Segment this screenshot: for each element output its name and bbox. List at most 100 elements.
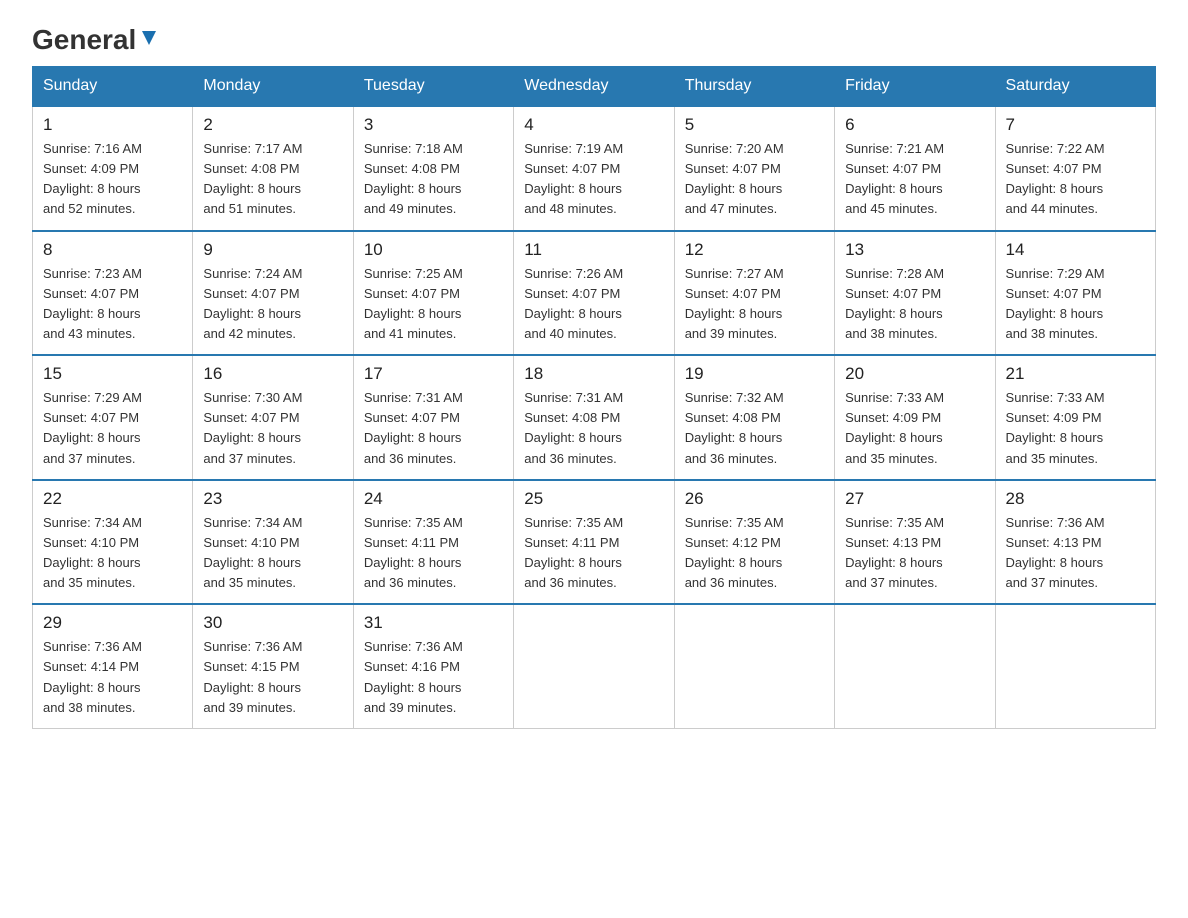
day-number: 9 bbox=[203, 240, 342, 260]
calendar-day-cell: 3 Sunrise: 7:18 AMSunset: 4:08 PMDayligh… bbox=[353, 106, 513, 231]
day-number: 30 bbox=[203, 613, 342, 633]
calendar-day-cell: 22 Sunrise: 7:34 AMSunset: 4:10 PMDaylig… bbox=[33, 480, 193, 605]
day-number: 17 bbox=[364, 364, 503, 384]
calendar-day-cell: 11 Sunrise: 7:26 AMSunset: 4:07 PMDaylig… bbox=[514, 231, 674, 356]
calendar-day-cell: 23 Sunrise: 7:34 AMSunset: 4:10 PMDaylig… bbox=[193, 480, 353, 605]
calendar-day-cell: 4 Sunrise: 7:19 AMSunset: 4:07 PMDayligh… bbox=[514, 106, 674, 231]
day-info: Sunrise: 7:28 AMSunset: 4:07 PMDaylight:… bbox=[845, 266, 944, 341]
day-info: Sunrise: 7:29 AMSunset: 4:07 PMDaylight:… bbox=[1006, 266, 1105, 341]
day-number: 1 bbox=[43, 115, 182, 135]
calendar-day-cell: 9 Sunrise: 7:24 AMSunset: 4:07 PMDayligh… bbox=[193, 231, 353, 356]
day-number: 27 bbox=[845, 489, 984, 509]
calendar-week-row: 8 Sunrise: 7:23 AMSunset: 4:07 PMDayligh… bbox=[33, 231, 1156, 356]
day-info: Sunrise: 7:35 AMSunset: 4:11 PMDaylight:… bbox=[364, 515, 463, 590]
day-number: 29 bbox=[43, 613, 182, 633]
calendar-day-cell: 13 Sunrise: 7:28 AMSunset: 4:07 PMDaylig… bbox=[835, 231, 995, 356]
calendar-day-cell: 20 Sunrise: 7:33 AMSunset: 4:09 PMDaylig… bbox=[835, 355, 995, 480]
calendar-week-row: 29 Sunrise: 7:36 AMSunset: 4:14 PMDaylig… bbox=[33, 604, 1156, 728]
day-number: 28 bbox=[1006, 489, 1145, 509]
weekday-header-row: SundayMondayTuesdayWednesdayThursdayFrid… bbox=[33, 67, 1156, 107]
day-number: 16 bbox=[203, 364, 342, 384]
logo: General bbox=[32, 24, 160, 50]
day-info: Sunrise: 7:32 AMSunset: 4:08 PMDaylight:… bbox=[685, 390, 784, 465]
calendar-day-cell: 25 Sunrise: 7:35 AMSunset: 4:11 PMDaylig… bbox=[514, 480, 674, 605]
weekday-header-monday: Monday bbox=[193, 67, 353, 107]
day-number: 21 bbox=[1006, 364, 1145, 384]
day-number: 25 bbox=[524, 489, 663, 509]
weekday-header-thursday: Thursday bbox=[674, 67, 834, 107]
day-number: 14 bbox=[1006, 240, 1145, 260]
calendar-day-cell: 27 Sunrise: 7:35 AMSunset: 4:13 PMDaylig… bbox=[835, 480, 995, 605]
day-info: Sunrise: 7:35 AMSunset: 4:11 PMDaylight:… bbox=[524, 515, 623, 590]
day-number: 13 bbox=[845, 240, 984, 260]
day-info: Sunrise: 7:31 AMSunset: 4:07 PMDaylight:… bbox=[364, 390, 463, 465]
day-number: 10 bbox=[364, 240, 503, 260]
day-number: 18 bbox=[524, 364, 663, 384]
logo-general-text: General bbox=[32, 24, 136, 56]
calendar-day-cell: 29 Sunrise: 7:36 AMSunset: 4:14 PMDaylig… bbox=[33, 604, 193, 728]
calendar-day-cell: 17 Sunrise: 7:31 AMSunset: 4:07 PMDaylig… bbox=[353, 355, 513, 480]
calendar-day-cell: 2 Sunrise: 7:17 AMSunset: 4:08 PMDayligh… bbox=[193, 106, 353, 231]
day-info: Sunrise: 7:36 AMSunset: 4:16 PMDaylight:… bbox=[364, 639, 463, 714]
day-number: 11 bbox=[524, 240, 663, 260]
day-info: Sunrise: 7:35 AMSunset: 4:12 PMDaylight:… bbox=[685, 515, 784, 590]
day-number: 7 bbox=[1006, 115, 1145, 135]
day-info: Sunrise: 7:20 AMSunset: 4:07 PMDaylight:… bbox=[685, 141, 784, 216]
day-number: 3 bbox=[364, 115, 503, 135]
day-number: 23 bbox=[203, 489, 342, 509]
day-info: Sunrise: 7:35 AMSunset: 4:13 PMDaylight:… bbox=[845, 515, 944, 590]
day-info: Sunrise: 7:27 AMSunset: 4:07 PMDaylight:… bbox=[685, 266, 784, 341]
day-info: Sunrise: 7:34 AMSunset: 4:10 PMDaylight:… bbox=[203, 515, 302, 590]
day-number: 4 bbox=[524, 115, 663, 135]
day-info: Sunrise: 7:31 AMSunset: 4:08 PMDaylight:… bbox=[524, 390, 623, 465]
calendar-day-cell: 31 Sunrise: 7:36 AMSunset: 4:16 PMDaylig… bbox=[353, 604, 513, 728]
calendar-day-cell: 15 Sunrise: 7:29 AMSunset: 4:07 PMDaylig… bbox=[33, 355, 193, 480]
calendar-day-cell: 18 Sunrise: 7:31 AMSunset: 4:08 PMDaylig… bbox=[514, 355, 674, 480]
weekday-header-saturday: Saturday bbox=[995, 67, 1155, 107]
day-number: 5 bbox=[685, 115, 824, 135]
calendar-day-cell: 16 Sunrise: 7:30 AMSunset: 4:07 PMDaylig… bbox=[193, 355, 353, 480]
day-info: Sunrise: 7:33 AMSunset: 4:09 PMDaylight:… bbox=[1006, 390, 1105, 465]
day-number: 26 bbox=[685, 489, 824, 509]
day-info: Sunrise: 7:18 AMSunset: 4:08 PMDaylight:… bbox=[364, 141, 463, 216]
calendar-day-cell: 19 Sunrise: 7:32 AMSunset: 4:08 PMDaylig… bbox=[674, 355, 834, 480]
calendar-day-cell: 21 Sunrise: 7:33 AMSunset: 4:09 PMDaylig… bbox=[995, 355, 1155, 480]
weekday-header-tuesday: Tuesday bbox=[353, 67, 513, 107]
day-number: 20 bbox=[845, 364, 984, 384]
day-info: Sunrise: 7:21 AMSunset: 4:07 PMDaylight:… bbox=[845, 141, 944, 216]
logo-arrow-icon bbox=[138, 27, 160, 54]
day-number: 6 bbox=[845, 115, 984, 135]
day-number: 15 bbox=[43, 364, 182, 384]
day-info: Sunrise: 7:17 AMSunset: 4:08 PMDaylight:… bbox=[203, 141, 302, 216]
calendar-week-row: 22 Sunrise: 7:34 AMSunset: 4:10 PMDaylig… bbox=[33, 480, 1156, 605]
calendar-day-cell: 12 Sunrise: 7:27 AMSunset: 4:07 PMDaylig… bbox=[674, 231, 834, 356]
calendar-day-cell: 8 Sunrise: 7:23 AMSunset: 4:07 PMDayligh… bbox=[33, 231, 193, 356]
day-info: Sunrise: 7:16 AMSunset: 4:09 PMDaylight:… bbox=[43, 141, 142, 216]
day-info: Sunrise: 7:34 AMSunset: 4:10 PMDaylight:… bbox=[43, 515, 142, 590]
calendar-day-cell: 7 Sunrise: 7:22 AMSunset: 4:07 PMDayligh… bbox=[995, 106, 1155, 231]
day-info: Sunrise: 7:22 AMSunset: 4:07 PMDaylight:… bbox=[1006, 141, 1105, 216]
weekday-header-sunday: Sunday bbox=[33, 67, 193, 107]
calendar-day-cell: 1 Sunrise: 7:16 AMSunset: 4:09 PMDayligh… bbox=[33, 106, 193, 231]
day-info: Sunrise: 7:19 AMSunset: 4:07 PMDaylight:… bbox=[524, 141, 623, 216]
empty-cell bbox=[835, 604, 995, 728]
day-number: 8 bbox=[43, 240, 182, 260]
weekday-header-friday: Friday bbox=[835, 67, 995, 107]
day-number: 31 bbox=[364, 613, 503, 633]
calendar-week-row: 1 Sunrise: 7:16 AMSunset: 4:09 PMDayligh… bbox=[33, 106, 1156, 231]
day-info: Sunrise: 7:36 AMSunset: 4:14 PMDaylight:… bbox=[43, 639, 142, 714]
day-number: 2 bbox=[203, 115, 342, 135]
page-header: General bbox=[32, 24, 1156, 50]
calendar-day-cell: 26 Sunrise: 7:35 AMSunset: 4:12 PMDaylig… bbox=[674, 480, 834, 605]
calendar-day-cell: 24 Sunrise: 7:35 AMSunset: 4:11 PMDaylig… bbox=[353, 480, 513, 605]
day-number: 12 bbox=[685, 240, 824, 260]
day-info: Sunrise: 7:25 AMSunset: 4:07 PMDaylight:… bbox=[364, 266, 463, 341]
calendar-day-cell: 30 Sunrise: 7:36 AMSunset: 4:15 PMDaylig… bbox=[193, 604, 353, 728]
calendar-day-cell: 14 Sunrise: 7:29 AMSunset: 4:07 PMDaylig… bbox=[995, 231, 1155, 356]
day-number: 24 bbox=[364, 489, 503, 509]
day-info: Sunrise: 7:29 AMSunset: 4:07 PMDaylight:… bbox=[43, 390, 142, 465]
weekday-header-wednesday: Wednesday bbox=[514, 67, 674, 107]
empty-cell bbox=[674, 604, 834, 728]
day-info: Sunrise: 7:33 AMSunset: 4:09 PMDaylight:… bbox=[845, 390, 944, 465]
day-number: 22 bbox=[43, 489, 182, 509]
